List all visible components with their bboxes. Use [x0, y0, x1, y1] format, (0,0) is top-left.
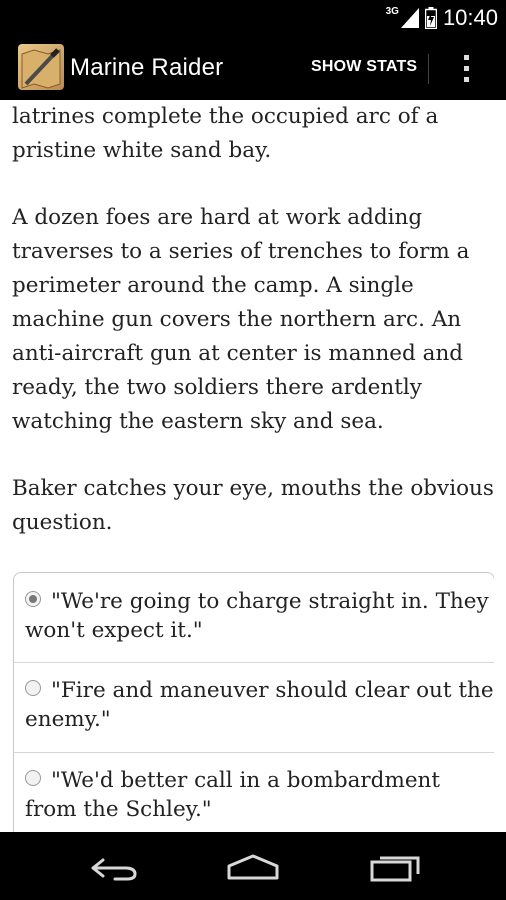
overflow-menu-icon[interactable] — [456, 52, 476, 86]
action-bar: Marine Raider SHOW STATS — [0, 36, 506, 100]
choice-label: "Fire and maneuver should clear out the … — [25, 678, 494, 732]
back-icon[interactable] — [85, 852, 141, 882]
home-icon[interactable] — [225, 852, 281, 882]
choice-label: "We'd better call in a bombardment from … — [25, 768, 441, 822]
choice-label: "We're going to charge straight in. They… — [25, 589, 489, 643]
battery-icon — [424, 7, 437, 29]
navigation-bar — [0, 832, 506, 900]
status-indicators: 3G 10:40 — [386, 4, 498, 32]
story-paragraph: A dozen foes are hard at work adding tra… — [12, 205, 470, 434]
clock-time: 10:40 — [442, 5, 498, 30]
radio-unselected-icon[interactable] — [25, 770, 41, 786]
network-type-label: 3G — [385, 5, 399, 17]
action-bar-divider — [428, 54, 429, 84]
choice-list: "We're going to charge straight in. They… — [13, 572, 494, 832]
radio-selected-icon[interactable] — [25, 591, 41, 607]
story-paragraph: Baker catches your eye, mouths the obvio… — [12, 476, 494, 535]
story-content: latrines complete the occupied arc of a … — [12, 100, 494, 832]
choice-option-charge[interactable]: "We're going to charge straight in. They… — [14, 587, 494, 663]
radio-unselected-icon[interactable] — [25, 680, 41, 696]
signal-icon — [400, 8, 419, 28]
show-stats-button[interactable]: SHOW STATS — [311, 58, 417, 76]
app-title: Marine Raider — [70, 54, 224, 81]
app-icon[interactable] — [18, 44, 64, 90]
status-bar: 3G 10:40 — [0, 0, 506, 36]
recents-icon[interactable] — [368, 852, 424, 882]
story-paragraph: latrines complete the occupied arc of a … — [12, 104, 439, 163]
choice-option-fire-and-maneuver[interactable]: "Fire and maneuver should clear out the … — [14, 663, 494, 753]
choice-option-bombardment[interactable]: "We'd better call in a bombardment from … — [14, 753, 494, 832]
